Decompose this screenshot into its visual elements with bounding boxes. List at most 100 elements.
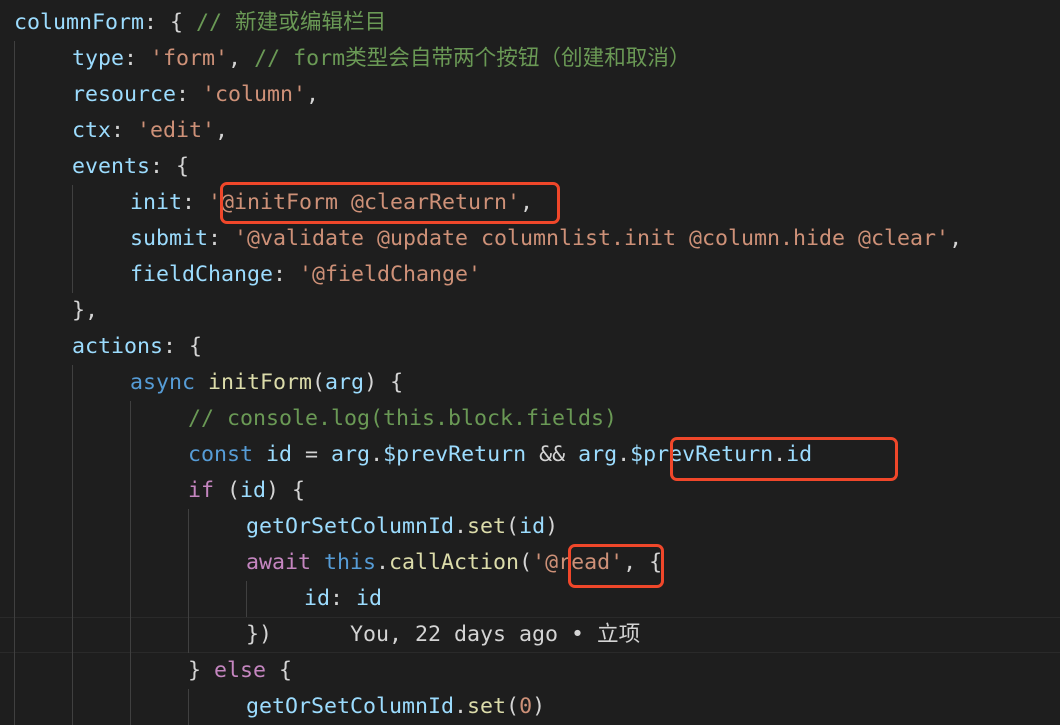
indent-guide: [188, 689, 189, 725]
code-token: 'form': [150, 46, 229, 71]
code-token: .: [370, 442, 384, 467]
code-token: (: [214, 478, 241, 503]
code-token: init: [130, 190, 183, 215]
code-token: (: [506, 694, 520, 719]
code-token: ,: [306, 82, 320, 107]
code-line[interactable]: }) You, 22 days ago • 立项: [246, 617, 640, 653]
code-token: ,: [949, 226, 963, 251]
code-token: .: [454, 694, 468, 719]
code-line[interactable]: type: 'form', // form类型会自带两个按钮（创建和取消）: [72, 41, 691, 77]
code-token: arg: [578, 442, 618, 467]
code-token: id: [304, 586, 331, 611]
code-token: // 新建或编辑栏目: [196, 10, 387, 35]
code-token: set: [467, 694, 507, 719]
code-token: callAction: [389, 550, 520, 575]
code-token: }: [188, 658, 215, 683]
code-token: ): [532, 694, 546, 719]
code-token: :: [208, 226, 235, 251]
code-line[interactable]: actions: {: [72, 329, 202, 365]
code-line[interactable]: resource: 'column',: [72, 77, 319, 113]
code-token: :: [124, 46, 151, 71]
indent-guide: [188, 509, 189, 653]
code-token: 'column': [202, 82, 307, 107]
code-line[interactable]: } else {: [188, 653, 292, 689]
highlight-box-read-action: [568, 544, 664, 588]
code-line[interactable]: getOrSetColumnId.set(0): [246, 689, 545, 725]
code-token: :: [176, 82, 203, 107]
code-line[interactable]: },: [72, 293, 98, 329]
highlight-box-init-events: [220, 182, 560, 224]
code-token: const: [188, 442, 267, 467]
code-token: },: [72, 298, 99, 323]
code-token: // console.log(this.block.fields): [188, 406, 618, 431]
code-line[interactable]: events: {: [72, 149, 189, 185]
code-token: '@validate @update columnlist.init @colu…: [234, 226, 950, 251]
code-token: getOrSetColumnId: [246, 514, 455, 539]
code-token: submit: [130, 226, 209, 251]
code-token: :: [182, 190, 209, 215]
code-token: '@fieldChange': [299, 262, 482, 287]
indent-guide: [246, 581, 247, 617]
code-token: : {: [144, 10, 197, 35]
code-token: .: [617, 442, 631, 467]
code-token: arg: [325, 370, 365, 395]
code-token: // form类型会自带两个按钮（创建和取消）: [254, 46, 691, 71]
code-token: if: [188, 478, 215, 503]
code-line[interactable]: submit: '@validate @update columnlist.in…: [130, 221, 962, 257]
code-token: 0: [519, 694, 533, 719]
code-token: ,: [228, 46, 255, 71]
code-token: resource: [72, 82, 177, 107]
code-line[interactable]: id: id: [304, 581, 382, 617]
code-line[interactable]: columnForm: { // 新建或编辑栏目: [14, 5, 386, 41]
code-line[interactable]: if (id) {: [188, 473, 305, 509]
code-token: :: [111, 118, 138, 143]
code-token: ): [545, 514, 559, 539]
code-token: this: [324, 550, 377, 575]
code-token: events: [72, 154, 151, 179]
code-token: ,: [215, 118, 229, 143]
code-token: actions: [72, 334, 164, 359]
code-token: .: [376, 550, 390, 575]
code-line[interactable]: ctx: 'edit',: [72, 113, 228, 149]
highlight-box-prevreturn-id: [670, 437, 898, 481]
code-token: :: [330, 586, 357, 611]
code-token: : {: [163, 334, 203, 359]
code-line[interactable]: async initForm(arg) {: [130, 365, 403, 401]
code-token: : {: [150, 154, 190, 179]
code-token: =: [292, 442, 332, 467]
code-token: id: [266, 442, 293, 467]
code-token: set: [467, 514, 507, 539]
code-token: 'edit': [137, 118, 216, 143]
indent-guide: [72, 365, 73, 725]
code-token: await: [246, 550, 325, 575]
code-token: (: [506, 514, 520, 539]
code-token: id: [519, 514, 546, 539]
code-token: ) {: [364, 370, 404, 395]
code-line[interactable]: getOrSetColumnId.set(id): [246, 509, 558, 545]
indent-guide: [130, 401, 131, 725]
git-blame-annotation: You, 22 days ago • 立项: [272, 622, 641, 647]
code-token: else: [214, 658, 267, 683]
indent-guide: [72, 185, 73, 293]
code-token: initForm: [208, 370, 313, 395]
code-token: id: [240, 478, 267, 503]
code-token: async: [130, 370, 209, 395]
code-token: {: [266, 658, 293, 683]
code-token: (: [312, 370, 326, 395]
code-token: fieldChange: [130, 262, 274, 287]
code-token: arg: [331, 442, 371, 467]
code-token: &&: [526, 442, 579, 467]
code-token: (: [519, 550, 533, 575]
code-token: ctx: [72, 118, 112, 143]
code-line[interactable]: // console.log(this.block.fields): [188, 401, 617, 437]
code-token: type: [72, 46, 125, 71]
code-token: $prevReturn: [383, 442, 527, 467]
code-token: getOrSetColumnId: [246, 694, 455, 719]
code-line[interactable]: fieldChange: '@fieldChange': [130, 257, 481, 293]
code-token: ) {: [266, 478, 306, 503]
code-token: id: [356, 586, 383, 611]
indent-guide: [14, 41, 15, 725]
code-editor[interactable]: columnForm: { // 新建或编辑栏目 type: 'form', //…: [0, 0, 1060, 725]
code-token: .: [454, 514, 468, 539]
code-token: :: [273, 262, 300, 287]
